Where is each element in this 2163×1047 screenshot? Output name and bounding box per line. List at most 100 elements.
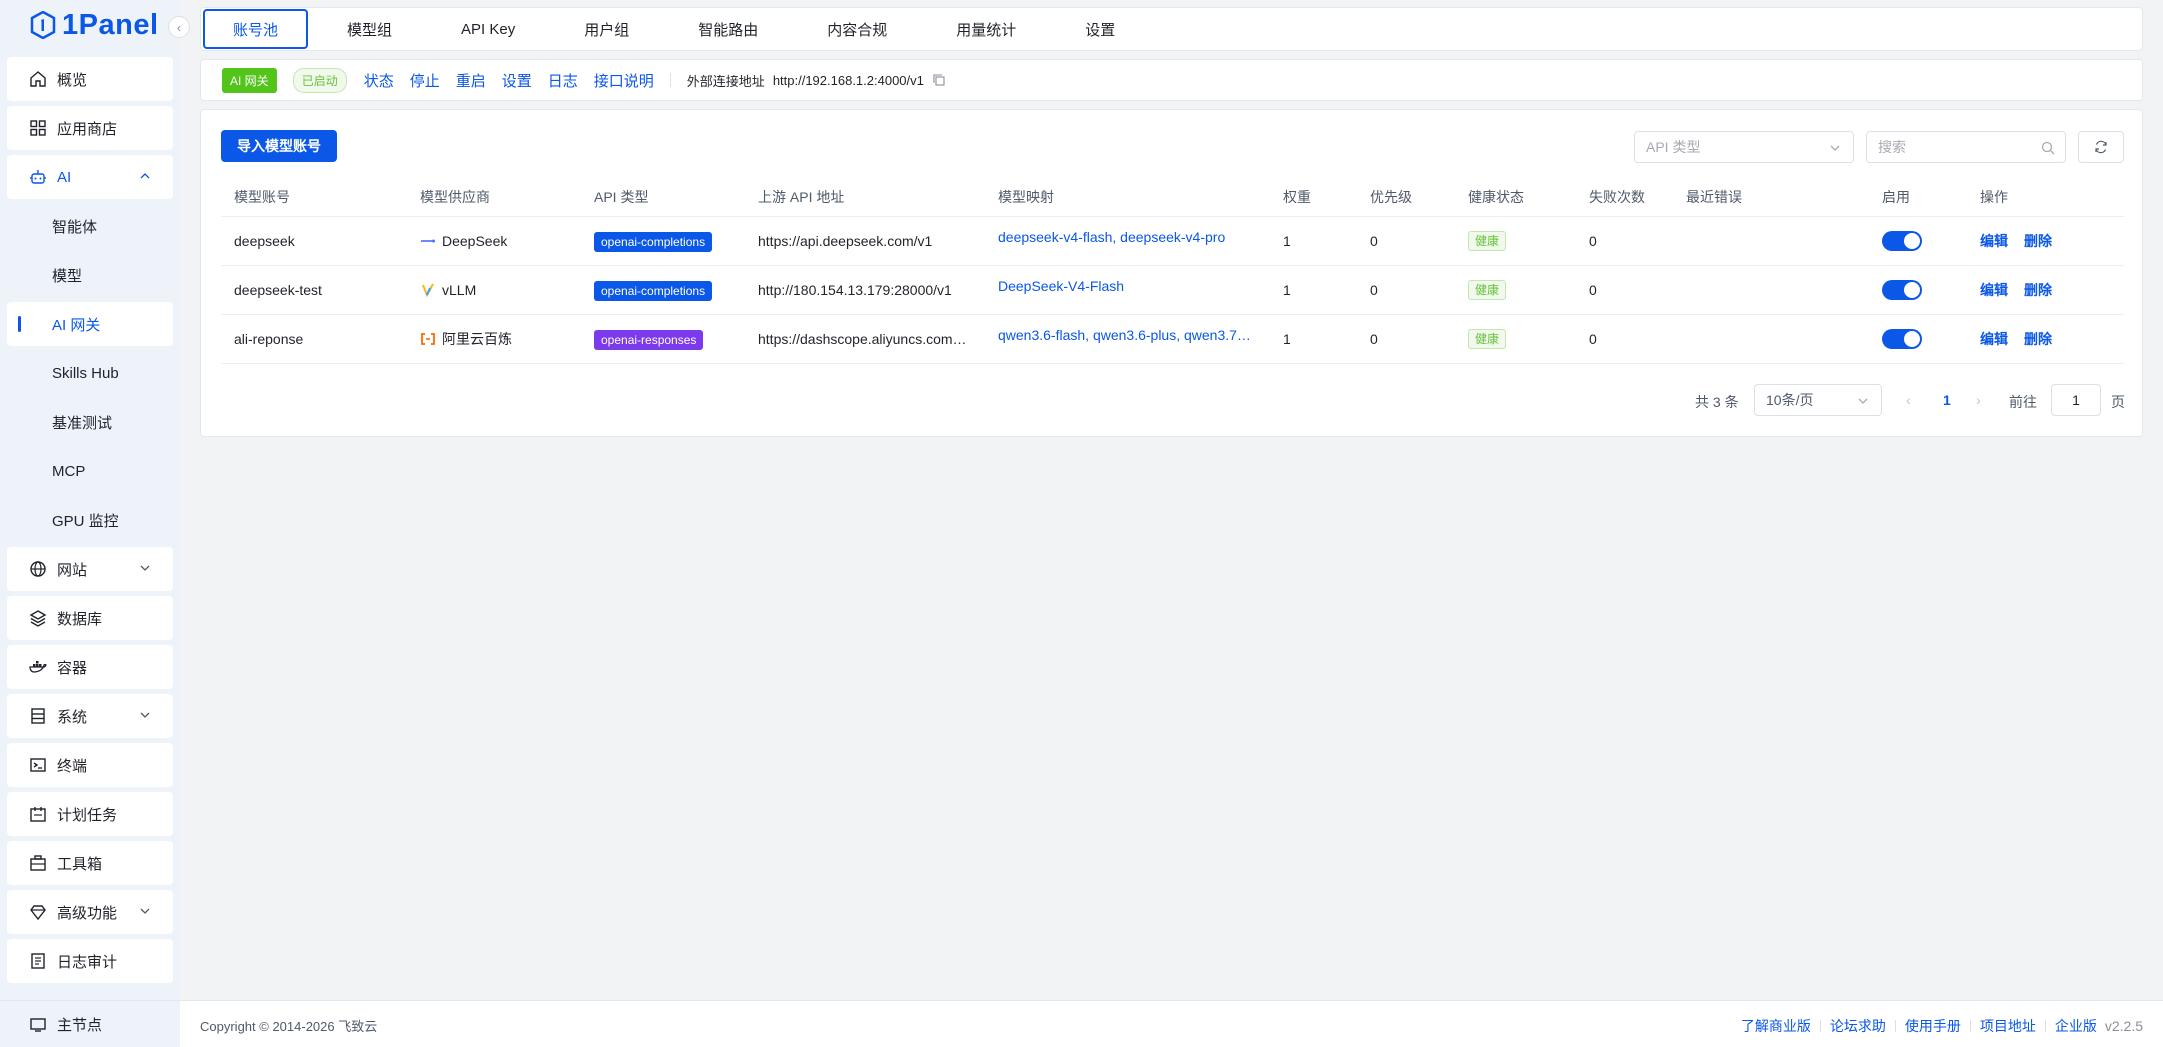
api-type-select[interactable]: API 类型 — [1634, 131, 1854, 163]
cell-enabled — [1869, 265, 1967, 315]
settings-link[interactable]: 设置 — [502, 70, 532, 91]
cell-provider: DeepSeek — [407, 216, 581, 266]
sidebar-item-overview[interactable]: 概览 — [7, 57, 173, 101]
col-health: 健康状态 — [1455, 178, 1576, 217]
cell-weight: 1 — [1270, 314, 1357, 364]
sidebar-item-label: 工具箱 — [57, 855, 103, 873]
sidebar-item-advanced[interactable]: 高级功能 — [7, 890, 173, 934]
node-selector[interactable]: 主节点 — [7, 1004, 173, 1044]
health-badge: 健康 — [1468, 329, 1507, 349]
model-mapping-link[interactable]: deepseek-v4-flash, deepseek-v4-pro — [998, 229, 1225, 245]
stop-link[interactable]: 停止 — [410, 70, 440, 91]
sidebar-item-cron[interactable]: 计划任务 — [7, 792, 173, 836]
sidebar-item-websites[interactable]: 网站 — [7, 547, 173, 591]
sidebar-item-app-store[interactable]: 应用商店 — [7, 106, 173, 150]
tab-usage-stats[interactable]: 用量统计 — [926, 9, 1046, 49]
cell-actions: 编辑 删除 — [1967, 216, 2124, 266]
footer-link-enterprise[interactable]: 企业版 — [2055, 1016, 2097, 1036]
footer-link-forum[interactable]: 论坛求助 — [1830, 1016, 1886, 1036]
model-mapping-link[interactable]: qwen3.6-flash, qwen3.6-plus, qwen3.7… — [998, 327, 1251, 343]
page-number[interactable]: 1 — [1943, 392, 1951, 408]
logs-link[interactable]: 日志 — [548, 70, 578, 91]
copy-icon[interactable] — [932, 73, 946, 87]
calendar-icon — [29, 805, 47, 823]
col-last-error: 最近错误 — [1673, 178, 1869, 217]
footer-link-project[interactable]: 项目地址 — [1980, 1016, 2036, 1036]
col-weight: 权重 — [1270, 178, 1357, 217]
import-account-button[interactable]: 导入模型账号 — [221, 130, 337, 162]
sidebar-item-ai-gateway[interactable]: AI 网关 — [7, 302, 173, 346]
grid-icon — [29, 119, 47, 137]
status-link[interactable]: 状态 — [364, 70, 394, 91]
cell-last-error — [1673, 265, 1869, 315]
sidebar-item-mcp[interactable]: MCP — [7, 449, 173, 493]
sidebar-item-benchmark[interactable]: 基准测试 — [7, 400, 173, 444]
sidebar-item-toolbox[interactable]: 工具箱 — [7, 841, 173, 885]
edit-button[interactable]: 编辑 — [1980, 331, 2008, 347]
tab-settings[interactable]: 设置 — [1055, 9, 1145, 49]
sidebar-item-models[interactable]: 模型 — [7, 253, 173, 297]
prev-page-button[interactable]: ‹ — [1906, 392, 1911, 408]
cell-health: 健康 — [1455, 265, 1576, 315]
cell-health: 健康 — [1455, 314, 1576, 364]
goto-page-input[interactable]: 1 — [2051, 384, 2101, 416]
sidebar-item-agents[interactable]: 智能体 — [7, 204, 173, 248]
sidebar-item-system[interactable]: 系统 — [7, 694, 173, 738]
enabled-toggle[interactable] — [1882, 328, 1922, 349]
delete-button[interactable]: 删除 — [2024, 282, 2052, 298]
log-icon — [29, 952, 47, 970]
page-suffix-label: 页 — [2111, 394, 2125, 410]
tab-api-key[interactable]: API Key — [431, 9, 545, 49]
copyright: Copyright © 2014-2026 飞致云 — [200, 1019, 378, 1034]
provider: DeepSeek — [420, 233, 581, 249]
page-size-select[interactable]: 10条/页 — [1754, 384, 1882, 416]
logo[interactable]: 1Panel — [0, 0, 180, 50]
footer-link-business[interactable]: 了解商业版 — [1741, 1016, 1811, 1036]
cell-api-type: openai-responses — [581, 314, 745, 364]
tab-smart-routing[interactable]: 智能路由 — [668, 9, 788, 49]
sidebar-item-label: 容器 — [57, 659, 88, 677]
delete-button[interactable]: 删除 — [2024, 233, 2052, 249]
enabled-toggle[interactable] — [1882, 230, 1922, 251]
sidebar-item-database[interactable]: 数据库 — [7, 596, 173, 640]
sidebar-item-label: 概览 — [57, 71, 88, 89]
delete-button[interactable]: 删除 — [2024, 331, 2052, 347]
tab-model-group[interactable]: 模型组 — [317, 9, 422, 49]
sidebar-item-containers[interactable]: 容器 — [7, 645, 173, 689]
external-address-label: 外部连接地址 — [686, 73, 765, 89]
tab-user-group[interactable]: 用户组 — [554, 9, 659, 49]
refresh-button[interactable] — [2078, 131, 2124, 163]
collapse-sidebar-button[interactable]: ‹ — [168, 16, 190, 38]
tab-content-compliance[interactable]: 内容合规 — [797, 9, 917, 49]
home-icon — [29, 70, 47, 88]
enabled-toggle[interactable] — [1882, 279, 1922, 300]
robot-icon — [29, 168, 47, 186]
restart-link[interactable]: 重启 — [456, 70, 486, 91]
model-mapping-link[interactable]: DeepSeek-V4-Flash — [998, 278, 1124, 294]
upstream-url: https://api.deepseek.com/v1 — [758, 233, 933, 250]
search-input[interactable]: 搜索 — [1866, 131, 2066, 163]
tab-account-pool[interactable]: 账号池 — [203, 9, 309, 49]
next-page-button[interactable]: › — [1976, 392, 1981, 408]
search-icon — [2041, 141, 2055, 155]
sidebar-item-skills-hub[interactable]: Skills Hub — [7, 351, 173, 395]
account-table: 模型账号 模型供应商 API 类型 上游 API 地址 模型映射 权重 优先级 … — [221, 178, 2124, 364]
sidebar-item-ai[interactable]: AI — [7, 155, 173, 199]
sidebar-item-log-audit[interactable]: 日志审计 — [7, 939, 173, 983]
footer-link-manual[interactable]: 使用手册 — [1905, 1016, 1961, 1036]
api-type-placeholder: API 类型 — [1646, 139, 1701, 155]
logo-text: 1Panel — [62, 8, 159, 41]
cell-last-error — [1673, 216, 1869, 266]
sidebar-item-gpu-monitor[interactable]: GPU 监控 — [7, 498, 173, 542]
cell-mapping: DeepSeek-V4-Flash — [985, 265, 1270, 315]
edit-button[interactable]: 编辑 — [1980, 233, 2008, 249]
provider-name: DeepSeek — [442, 232, 508, 249]
vllm-icon — [422, 283, 434, 297]
provider-name: vLLM — [442, 281, 477, 298]
edit-button[interactable]: 编辑 — [1980, 282, 2008, 298]
api-docs-link[interactable]: 接口说明 — [594, 70, 654, 91]
sidebar-item-label: 基准测试 — [52, 414, 113, 432]
sidebar-item-terminal[interactable]: 终端 — [7, 743, 173, 787]
upstream-url: https://dashscope.aliyuncs.com… — [758, 331, 967, 348]
chevron-down-icon — [1858, 398, 1868, 404]
